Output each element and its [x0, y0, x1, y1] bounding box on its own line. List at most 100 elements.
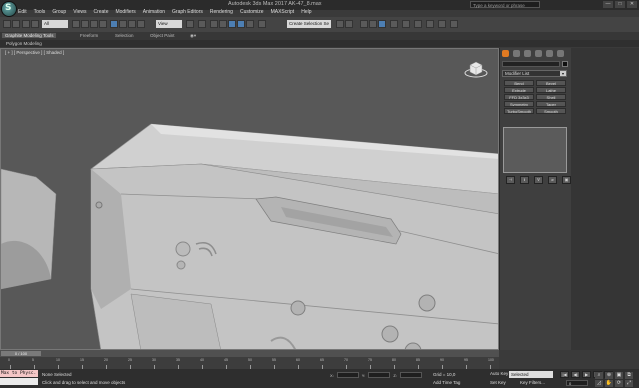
undo-icon[interactable] [3, 20, 11, 28]
track-bar[interactable]: 0 5 10 15 20 25 30 35 40 45 50 55 60 65 70 75 80 85 90 95 10… [0, 357, 499, 369]
viewcube-icon[interactable] [464, 59, 488, 79]
go-to-start-icon[interactable]: |◀ [560, 371, 569, 378]
maxscript-listener[interactable]: Max to Physc. [0, 370, 38, 377]
menu-group[interactable]: Group [52, 9, 66, 16]
key-filters-button[interactable]: Key Filters... [520, 380, 545, 385]
remove-modifier-icon[interactable]: ⌀ [548, 176, 557, 184]
close-button[interactable]: ✕ [627, 1, 637, 8]
selection-filter-select[interactable]: All [42, 20, 68, 28]
auto-key-button[interactable]: Auto Key [490, 371, 508, 376]
menu-help[interactable]: Help [301, 9, 311, 16]
align-icon[interactable] [345, 20, 353, 28]
maximize-icon[interactable]: ⤢ [625, 380, 633, 387]
rendered-frame-window-icon[interactable] [426, 20, 434, 28]
modify-tab-icon[interactable] [513, 50, 520, 57]
menu-edit[interactable]: Edit [18, 9, 27, 16]
modifier-stack-view[interactable] [503, 127, 567, 173]
minimize-button[interactable]: — [603, 1, 613, 8]
motion-tab-icon[interactable] [535, 50, 542, 57]
current-frame-field[interactable]: 0 [566, 380, 588, 386]
teapot-render-icon[interactable] [450, 20, 458, 28]
window-crossing-icon[interactable] [99, 20, 107, 28]
orbit-icon[interactable]: ⟳ [615, 380, 623, 387]
configure-sets-icon[interactable]: ▣ [562, 176, 571, 184]
modifier-bevel-button[interactable]: Bevel [536, 80, 566, 86]
menu-rendering[interactable]: Rendering [210, 9, 233, 16]
make-unique-icon[interactable]: ∀ [534, 176, 543, 184]
pin-stack-icon[interactable]: ⊣ [506, 176, 515, 184]
key-selection-dropdown[interactable]: Selected [509, 371, 553, 378]
material-editor-icon[interactable] [402, 20, 410, 28]
mirror-icon[interactable] [336, 20, 344, 28]
search-input[interactable]: Type a keyword or phrase [470, 1, 540, 8]
modifier-turbosmooth-button[interactable]: TurboSmooth [504, 108, 534, 114]
object-name-field[interactable] [502, 61, 560, 67]
modifier-smooth-button[interactable]: Smooth [536, 108, 566, 114]
snap-toggle-icon[interactable] [219, 20, 227, 28]
render-setup-icon[interactable] [414, 20, 422, 28]
time-slider-track[interactable] [0, 350, 499, 357]
render-production-icon[interactable] [438, 20, 446, 28]
tab-graphite-modeling-tools[interactable]: Graphite Modeling Tools [2, 33, 57, 38]
tab-freeform[interactable]: Freeform [80, 33, 98, 38]
menu-customize[interactable]: Customize [240, 9, 264, 16]
zoom-extents-all-icon[interactable]: ⧉ [625, 372, 633, 379]
show-end-result-icon[interactable]: ‖ [520, 176, 529, 184]
redo-icon[interactable] [12, 20, 20, 28]
modifier-list-dropdown[interactable]: Modifier List ▾ [502, 70, 567, 77]
menu-views[interactable]: Views [73, 9, 86, 16]
play-icon[interactable]: ▶ [582, 371, 591, 378]
object-color-swatch[interactable] [562, 61, 568, 67]
maximize-button[interactable]: □ [615, 1, 625, 8]
utilities-tab-icon[interactable] [557, 50, 564, 57]
select-object-icon[interactable] [72, 20, 80, 28]
reference-coordinate-select[interactable]: View [156, 20, 182, 28]
menu-tools[interactable]: Tools [34, 9, 46, 16]
menu-animation[interactable]: Animation [143, 9, 165, 16]
select-by-name-icon[interactable] [81, 20, 89, 28]
place-icon[interactable] [137, 20, 145, 28]
manipulate-icon[interactable] [198, 20, 206, 28]
polygon-modeling-label[interactable]: Polygon Modeling [6, 41, 42, 46]
modifier-extrude-button[interactable]: Extrude [504, 87, 534, 93]
app-logo-button[interactable]: S [1, 1, 17, 17]
select-scale-icon[interactable] [128, 20, 136, 28]
angle-snap-icon[interactable] [228, 20, 236, 28]
selection-region-icon[interactable] [90, 20, 98, 28]
modifier-shell-button[interactable]: Shell [536, 94, 566, 100]
spinner-snap-icon[interactable] [246, 20, 254, 28]
z-coord-field[interactable] [399, 372, 422, 378]
schematic-view-icon[interactable] [390, 20, 398, 28]
percent-snap-icon[interactable] [237, 20, 245, 28]
search-icon[interactable]: ⌕ [595, 372, 603, 379]
fov-icon[interactable]: ◿ [595, 380, 603, 387]
keyboard-shortcut-icon[interactable] [210, 20, 218, 28]
zoom-all-icon[interactable]: ⊕ [605, 372, 613, 379]
time-slider-thumb[interactable]: 0 / 100 [1, 351, 41, 356]
set-key-button[interactable]: Set Key [490, 380, 506, 385]
x-coord-field[interactable] [336, 372, 359, 378]
maxscript-input[interactable] [0, 378, 38, 385]
menu-modifiers[interactable]: Modifiers [115, 9, 135, 16]
modifier-lathe-button[interactable]: Lathe [536, 87, 566, 93]
pan-icon[interactable]: ✋ [605, 380, 613, 387]
toggle-ribbon-icon[interactable] [369, 20, 377, 28]
hierarchy-tab-icon[interactable] [524, 50, 531, 57]
tab-selection[interactable]: Selection [115, 33, 134, 38]
unlink-icon[interactable] [31, 20, 39, 28]
menu-graph-editors[interactable]: Graph Editors [172, 9, 203, 16]
menu-create[interactable]: Create [93, 9, 108, 16]
add-time-tag-button[interactable]: Add Time Tag [433, 380, 460, 385]
tab-object-paint[interactable]: Object Paint [150, 33, 175, 38]
select-move-icon[interactable] [110, 20, 118, 28]
modifier-symmetry-button[interactable]: Symmetry [504, 101, 534, 107]
menu-maxscript[interactable]: MAXScript [271, 9, 295, 16]
select-rotate-icon[interactable] [119, 20, 127, 28]
y-coord-field[interactable] [368, 372, 391, 378]
named-selection-set-input[interactable]: Create Selection Se [287, 20, 331, 28]
modifier-taper-button[interactable]: Taper [536, 101, 566, 107]
previous-frame-icon[interactable]: ◀| [571, 371, 580, 378]
modifier-ffd-button[interactable]: FFD 3x3x3 [504, 94, 534, 100]
curve-editor-icon[interactable] [378, 20, 386, 28]
edit-named-selection-icon[interactable] [258, 20, 266, 28]
